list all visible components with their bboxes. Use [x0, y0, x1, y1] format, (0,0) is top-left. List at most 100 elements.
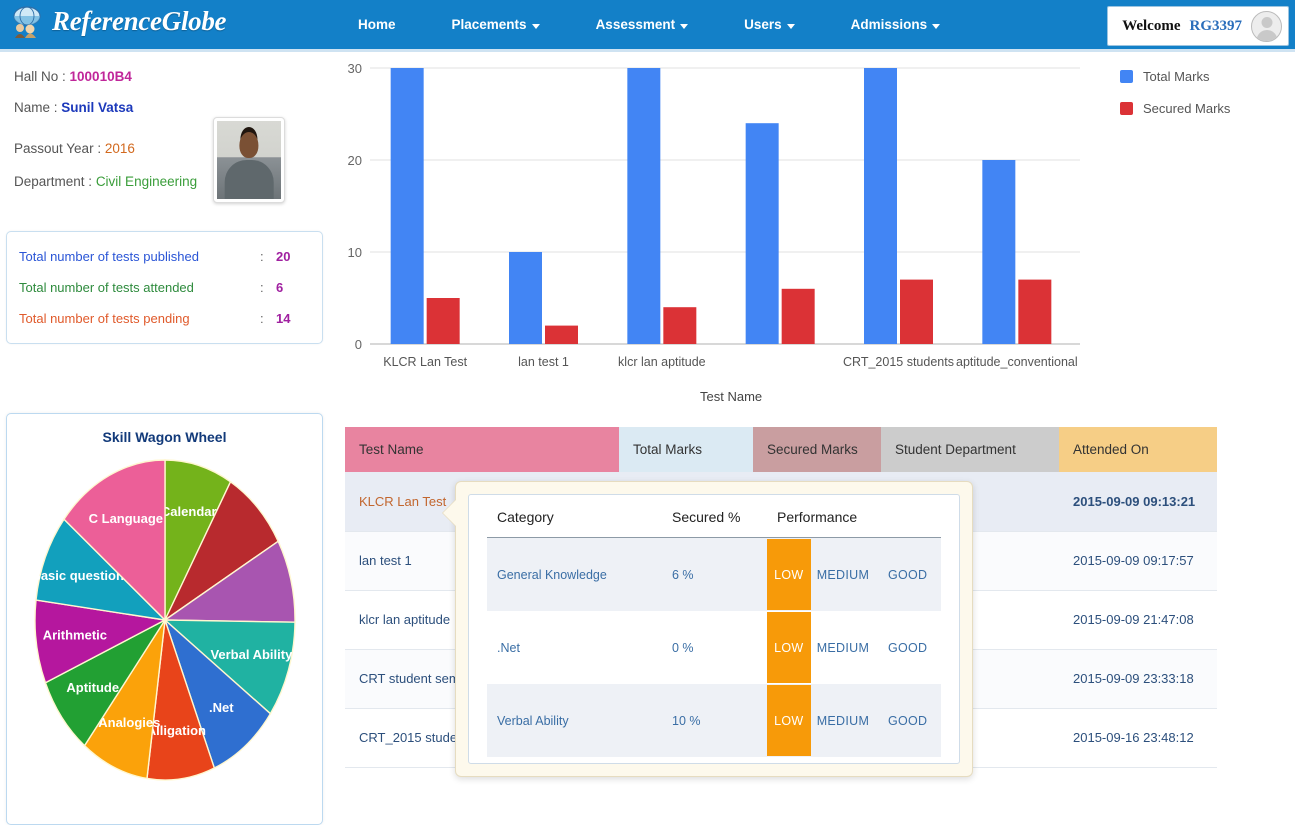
main-menu: Home Placements Assessment Users Admissi…: [330, 0, 968, 49]
stat-label-attended: Total number of tests attended: [19, 280, 194, 295]
stat-sep: :: [260, 249, 264, 264]
brand-logo-group[interactable]: ReferenceGlobe: [10, 4, 227, 38]
legend-item-secured-marks[interactable]: Secured Marks: [1120, 101, 1230, 116]
passout-value: 2016: [104, 141, 135, 156]
popup-cell-performance: LOW MEDIUM GOOD: [767, 611, 941, 684]
col-header-department[interactable]: Student Department: [881, 427, 1059, 472]
skill-wheel-chart: Calendar Verbal Ability .Net Alligation Anal…: [30, 455, 300, 785]
legend-label-total: Total Marks: [1143, 69, 1210, 84]
pie-slice-label: Aptitude: [66, 680, 119, 695]
department-value: Civil Engineering: [95, 174, 198, 189]
legend-swatch-total: [1120, 70, 1133, 83]
performance-low[interactable]: LOW: [767, 685, 811, 756]
popup-cell-performance: LOW MEDIUM GOOD: [767, 537, 941, 611]
stat-value-pending: 14: [276, 311, 291, 326]
hall-no-line: Hall No : 100010B4: [14, 69, 330, 84]
welcome-label: Welcome: [1122, 17, 1181, 34]
nav-item-users[interactable]: Users: [716, 0, 823, 49]
nav-item-placements[interactable]: Placements: [424, 0, 568, 49]
nav-item-admissions[interactable]: Admissions: [823, 0, 969, 49]
student-sidebar: Hall No : 100010B4 Name : Sunil Vatsa Pa…: [0, 55, 330, 825]
performance-good[interactable]: GOOD: [875, 612, 940, 683]
stat-sep: :: [260, 280, 264, 295]
popup-header-row: Category Secured % Performance: [487, 509, 941, 538]
performance-good[interactable]: GOOD: [875, 539, 940, 610]
pie-slice-label: Calendar: [160, 504, 216, 519]
stat-value-published: 20: [276, 249, 291, 264]
popup-cell-category: General Knowledge: [487, 537, 662, 611]
legend-swatch-secured: [1120, 102, 1133, 115]
nav-item-assessment-label: Assessment: [595, 17, 676, 32]
cell-attended-on: 2015-09-16 23:48:12: [1059, 708, 1217, 768]
welcome-username: RG3397: [1189, 17, 1243, 34]
popup-col-performance: Performance: [767, 509, 941, 538]
stat-row-pending: Total number of tests pending : 14: [7, 303, 322, 334]
stat-row-published: Total number of tests published : 20: [7, 241, 322, 272]
avatar[interactable]: [1251, 10, 1282, 42]
col-header-attended-on[interactable]: Attended On: [1059, 427, 1217, 472]
svg-text:KLCR Lan Test: KLCR Lan Test: [383, 355, 467, 369]
chevron-down-icon: [531, 23, 540, 29]
performance-medium[interactable]: MEDIUM: [811, 539, 876, 610]
stat-row-attended: Total number of tests attended : 6: [7, 272, 322, 303]
cell-attended-on: 2015-09-09 21:47:08: [1059, 590, 1217, 650]
popup-table-body: General Knowledge 6 % LOW MEDIUM GOOD .N…: [487, 537, 941, 757]
chart-xaxis-title: Test Name: [700, 389, 763, 404]
cell-attended-on: 2015-09-09 09:13:21: [1059, 472, 1217, 532]
globe-people-logo-icon: [10, 4, 44, 38]
pie-slice-label: Analogies: [98, 715, 160, 730]
performance-medium[interactable]: MEDIUM: [811, 685, 876, 756]
col-header-test-name[interactable]: Test Name: [345, 427, 619, 472]
popup-cell-performance: LOW MEDIUM GOOD: [767, 684, 941, 757]
category-performance-popup: Category Secured % Performance General K…: [443, 481, 973, 777]
performance-low[interactable]: LOW: [767, 539, 811, 610]
test-stats-box: Total number of tests published : 20 Tot…: [6, 231, 323, 344]
brand-title: ReferenceGlobe: [52, 5, 227, 36]
svg-text:10: 10: [348, 245, 362, 260]
name-label: Name :: [14, 100, 58, 115]
svg-text:0: 0: [355, 337, 362, 352]
pie-slice-label: C Language: [88, 511, 162, 526]
name-line: Name : Sunil Vatsa: [14, 100, 330, 115]
popup-arrow: [443, 500, 456, 526]
stat-label-published: Total number of tests published: [19, 249, 199, 264]
nav-item-users-label: Users: [744, 17, 782, 32]
stat-label-pending: Total number of tests pending: [19, 311, 190, 326]
student-photo-image: [217, 121, 281, 199]
student-photo: [213, 117, 285, 203]
performance-good[interactable]: GOOD: [875, 685, 940, 756]
cell-attended-on: 2015-09-09 23:33:18: [1059, 649, 1217, 709]
chart-legend: Total Marks Secured Marks: [1120, 69, 1230, 133]
stat-value-attended: 6: [276, 280, 284, 295]
nav-item-assessment[interactable]: Assessment: [568, 0, 717, 49]
passout-label: Passout Year :: [14, 141, 102, 156]
legend-item-total-marks[interactable]: Total Marks: [1120, 69, 1230, 84]
performance-low[interactable]: LOW: [767, 612, 811, 683]
svg-text:lan test 1: lan test 1: [518, 355, 569, 369]
hall-no-value: 100010B4: [69, 69, 132, 84]
svg-text:30: 30: [348, 61, 362, 76]
chevron-down-icon: [932, 23, 941, 29]
popup-cell-percent: 0 %: [662, 611, 767, 684]
popup-cell-category: Verbal Ability: [487, 684, 662, 757]
hall-no-label: Hall No :: [14, 69, 66, 84]
pie-slice-label: Arithmetic: [42, 628, 106, 643]
popup-cell-percent: 10 %: [662, 684, 767, 757]
chevron-down-icon: [786, 23, 795, 29]
welcome-user-box[interactable]: Welcome RG3397: [1107, 6, 1289, 46]
popup-col-category: Category: [487, 509, 662, 538]
popup-col-secured-pct: Secured %: [662, 509, 767, 538]
col-header-total-marks[interactable]: Total Marks: [619, 427, 753, 472]
popup-row: General Knowledge 6 % LOW MEDIUM GOOD: [487, 537, 941, 611]
name-value: Sunil Vatsa: [61, 100, 134, 115]
col-header-secured[interactable]: Secured Marks: [753, 427, 881, 472]
popup-row: .Net 0 % LOW MEDIUM GOOD: [487, 611, 941, 684]
nav-item-home[interactable]: Home: [330, 0, 424, 49]
skill-wagon-wheel-panel: Skill Wagon Wheel Calendar Verbal Ability…: [6, 413, 323, 825]
legend-label-secured: Secured Marks: [1143, 101, 1231, 116]
svg-text:CRT_2015 students: CRT_2015 students: [843, 355, 954, 369]
nav-item-placements-label: Placements: [451, 17, 527, 32]
performance-medium[interactable]: MEDIUM: [811, 612, 876, 683]
popup-cell-category: .Net: [487, 611, 662, 684]
tests-table-head: Test Name Total Marks Secured Marks Stud…: [345, 427, 1217, 472]
